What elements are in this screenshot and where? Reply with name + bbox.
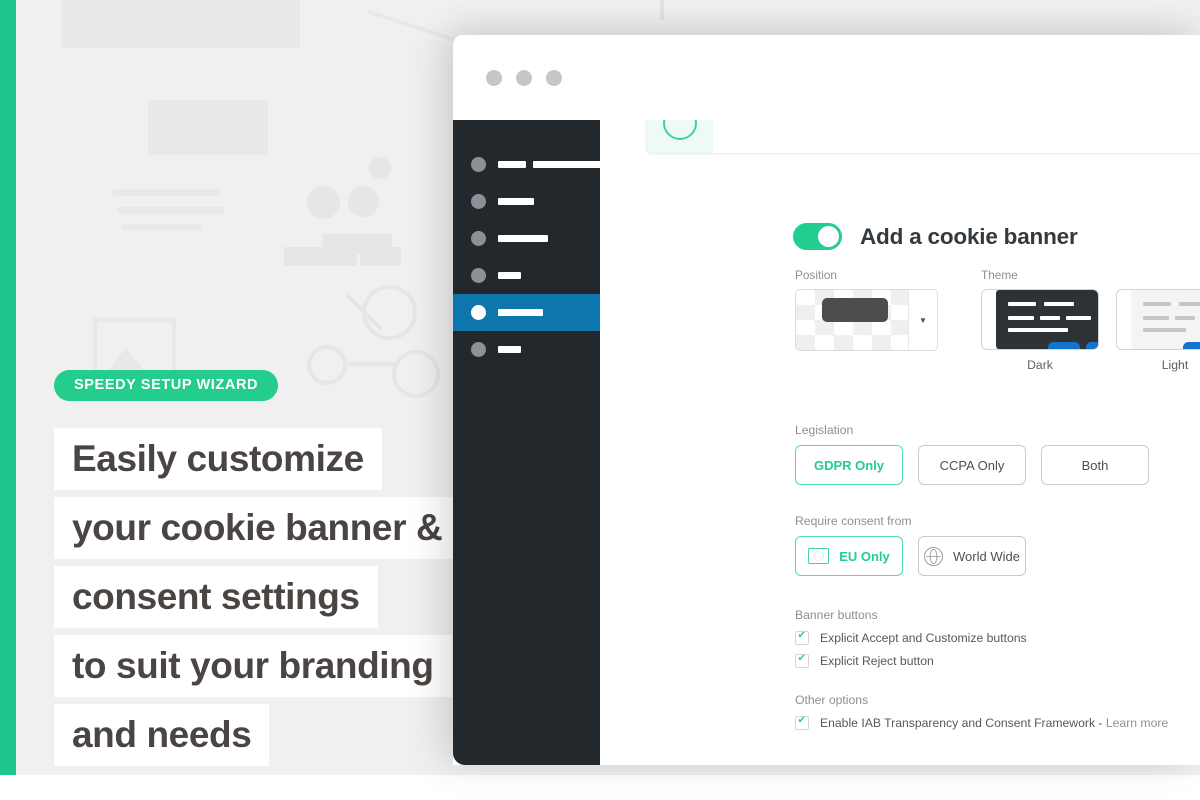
sidebar-item-label [498, 272, 521, 279]
window-minimize-dot[interactable] [516, 69, 532, 86]
window-maximize-dot[interactable] [546, 69, 562, 86]
legislation-option-gdpr[interactable]: GDPR Only [795, 445, 903, 485]
window-close-dot[interactable] [486, 69, 502, 86]
settings-content: and privacy policy button to complete th… [600, 120, 1200, 765]
checkbox-explicit-accept-label: Explicit Accept and Customize buttons [820, 631, 1027, 645]
theme-caption-dark: Dark [1027, 358, 1053, 372]
consent-option-world-label: World Wide [953, 548, 1020, 564]
eu-flag-icon [808, 548, 830, 564]
theme-card-dark[interactable] [981, 289, 1099, 350]
headline-line: your cookie banner & [54, 497, 461, 559]
deco-line-1 [113, 189, 220, 196]
deco-bar-3 [360, 247, 401, 266]
check-circle-icon [647, 120, 713, 153]
window-titlebar [453, 35, 1200, 120]
headline-line: to suit your branding [54, 635, 452, 697]
sidebar-item-4[interactable] [453, 257, 600, 294]
deco-node-link-2 [348, 362, 396, 366]
deco-line-2 [117, 207, 224, 214]
deco-circle-1 [369, 157, 391, 179]
legislation-label: Legislation [795, 423, 854, 437]
toggle-knob [818, 226, 839, 247]
banner-buttons-label: Banner buttons [795, 608, 878, 622]
integration-info-card: and privacy policy button to complete th… [646, 120, 1200, 154]
accent-bar [0, 0, 16, 775]
deco-node-1 [362, 285, 417, 340]
checkbox-iab-label: Enable IAB Transparency and Consent Fram… [820, 716, 1168, 730]
page-bottom-strip [0, 775, 1200, 800]
deco-arrow-down [660, 0, 664, 20]
deco-node-2 [307, 345, 347, 385]
banner-buttons-group: Banner buttons Explicit Accept and Custo… [795, 608, 1027, 668]
deco-line-3 [121, 224, 202, 230]
theme-card-light[interactable] [1116, 289, 1200, 350]
deco-circle-2 [307, 186, 340, 219]
browser-window: and privacy policy button to complete th… [453, 35, 1200, 765]
theme-option-light[interactable]: Light [1116, 289, 1200, 372]
sidebar-item-3[interactable] [453, 220, 600, 257]
sidebar-item-icon [471, 268, 486, 283]
sidebar-item-label [498, 198, 534, 205]
consent-option-world[interactable]: World Wide [918, 536, 1026, 576]
checkbox-explicit-reject-label: Explicit Reject button [820, 654, 934, 668]
sidebar-item-5[interactable] [453, 294, 600, 331]
consent-label: Require consent from [795, 514, 912, 528]
theme-caption-light: Light [1161, 358, 1189, 372]
checkbox-iab[interactable] [795, 715, 809, 730]
theme-preview-light [1131, 290, 1200, 349]
banner-button-row-accept[interactable]: Explicit Accept and Customize buttons [795, 630, 1027, 645]
sidebar-item-icon [471, 157, 486, 172]
position-label: Position [795, 268, 837, 282]
theme-label: Theme [981, 268, 1018, 282]
sidebar-item-label [498, 309, 543, 316]
chevron-down-icon[interactable]: ▼ [908, 290, 937, 350]
consent-option-eu-label: EU Only [839, 548, 890, 564]
learn-more-link[interactable]: Learn more [1106, 716, 1168, 730]
position-theme-row: Position ▼ Theme Dark Light [795, 268, 1200, 372]
sidebar-item-label [498, 346, 521, 353]
theme-group-wrapper: Theme Dark Light [981, 268, 1200, 372]
checkbox-iab-text: Enable IAB Transparency and Consent Fram… [820, 716, 1106, 730]
section-title: Add a cookie banner [860, 223, 1078, 249]
sidebar-item-icon [471, 194, 486, 209]
legislation-group: Legislation GDPR Only CCPA Only Both [795, 423, 1149, 485]
headline-line: consent settings [54, 566, 378, 628]
cookie-banner-toggle-row[interactable]: Add a cookie banner [793, 223, 1078, 250]
consent-group: Require consent from EU Only World Wide [795, 514, 1026, 576]
deco-node-3 [392, 350, 440, 398]
legislation-option-both[interactable]: Both [1041, 445, 1149, 485]
headline-line: and needs [54, 704, 270, 766]
deco-rect-mid [148, 100, 268, 155]
promo-badge: SPEEDY SETUP WIZARD [54, 370, 279, 401]
position-selector[interactable]: ▼ [795, 289, 938, 351]
globe-icon [924, 546, 944, 566]
other-options-group: Other options Enable IAB Transparency an… [795, 693, 1168, 730]
sidebar-item-1[interactable] [453, 146, 601, 183]
theme-option-dark[interactable]: Dark [981, 289, 1099, 372]
headline-line: Easily customize [54, 428, 382, 490]
other-options-label: Other options [795, 693, 869, 707]
sidebar-item-icon [471, 231, 486, 246]
cookie-banner-toggle[interactable] [793, 223, 842, 250]
deco-rect-top [62, 0, 300, 48]
other-option-row-iab[interactable]: Enable IAB Transparency and Consent Fram… [795, 715, 1168, 730]
deco-circle-3 [348, 186, 379, 217]
sidebar [453, 120, 601, 765]
sidebar-item-icon [471, 342, 486, 357]
sidebar-item-2[interactable] [453, 183, 600, 220]
checkbox-explicit-reject[interactable] [795, 653, 809, 668]
sidebar-item-label [498, 235, 548, 242]
checkbox-explicit-accept[interactable] [795, 630, 809, 645]
promo-headline: Easily customize your cookie banner & co… [54, 428, 461, 773]
sidebar-item-label [498, 161, 601, 168]
consent-option-eu[interactable]: EU Only [795, 536, 903, 576]
legislation-option-ccpa[interactable]: CCPA Only [918, 445, 1026, 485]
position-preview-block [822, 298, 888, 322]
banner-button-row-reject[interactable]: Explicit Reject button [795, 653, 1027, 668]
sidebar-item-6[interactable] [453, 331, 600, 368]
theme-preview-dark [996, 290, 1098, 349]
deco-bar-2 [284, 247, 357, 266]
position-group: Position ▼ [795, 268, 938, 372]
sidebar-item-icon [471, 305, 486, 320]
